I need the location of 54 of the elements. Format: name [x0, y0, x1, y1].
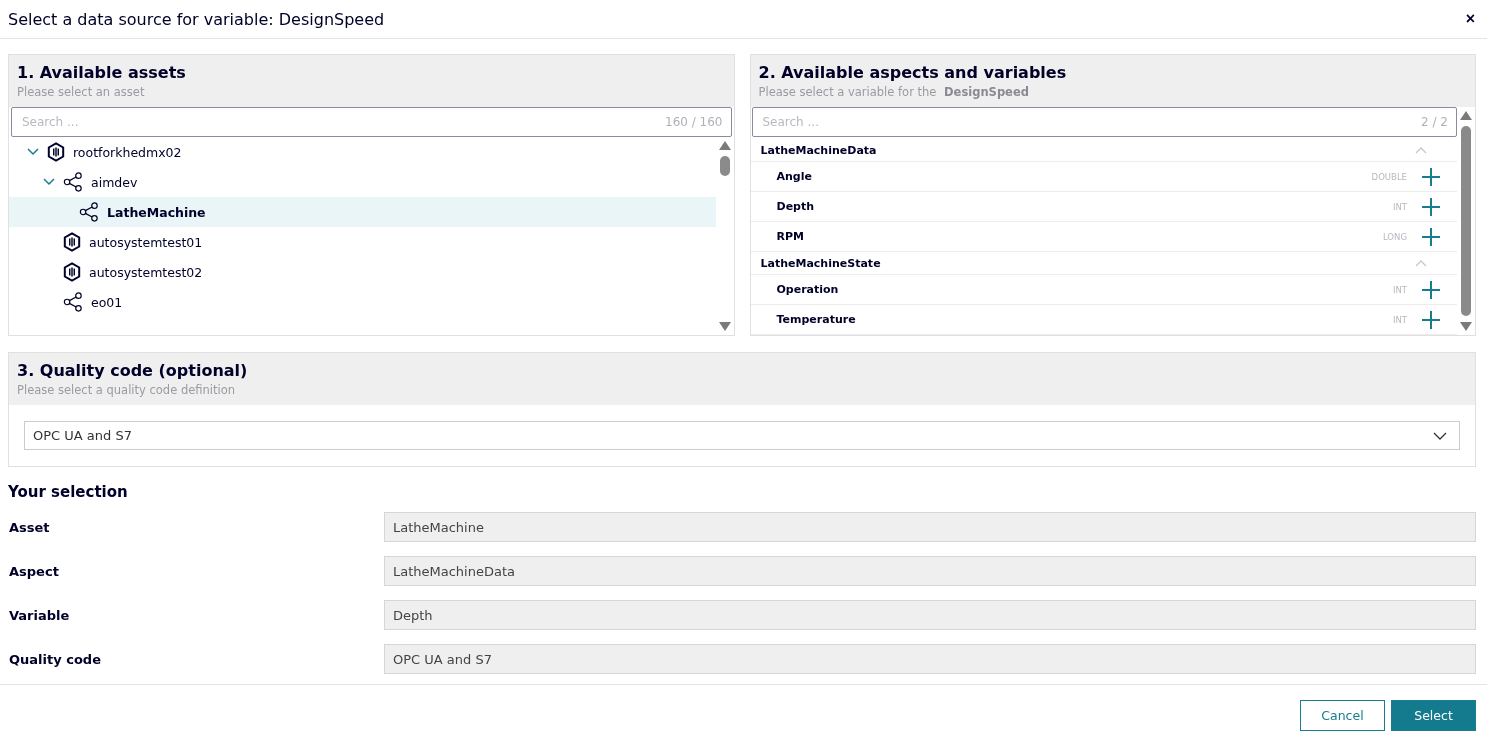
chevron-icon[interactable] [43, 178, 55, 186]
add-icon[interactable] [1421, 279, 1441, 300]
variable-name: Depth [776, 200, 816, 213]
dialog-title: Select a data source for variable: DesignSpeed [8, 9, 385, 29]
select-button[interactable]: Select [1391, 699, 1476, 731]
tree-item[interactable]: eo01 [9, 287, 716, 317]
add-icon[interactable] [1421, 309, 1441, 330]
add-icon[interactable] [1421, 196, 1441, 217]
variable-type: INT [1392, 284, 1407, 295]
chevron-icon [1433, 431, 1447, 440]
result-count: 2 / 2 [1421, 115, 1448, 129]
aspect-group-name: LatheMachineData [760, 143, 877, 157]
tree-item[interactable]: aimdev [9, 167, 716, 197]
variable-name: Temperature [776, 313, 857, 326]
hexagon-icon [63, 232, 81, 252]
share-icon [79, 202, 99, 222]
close-button[interactable]: × [1461, 10, 1479, 28]
field-label: Quality code [8, 651, 102, 667]
panel-subtitle: Please select a variable for the DesignSpeed [758, 85, 1030, 99]
add-icon[interactable] [1421, 226, 1441, 247]
result-count: 160 / 160 [665, 115, 723, 129]
tree-item[interactable]: autosystemtest02 [9, 257, 716, 287]
readonly-field: LatheMachine [384, 512, 1476, 542]
panel-subtitle: Please select an asset [17, 85, 146, 99]
panel-title: 3. Quality code (optional) [17, 361, 249, 380]
readonly-field: Depth [384, 600, 1476, 630]
tree-item[interactable]: LatheMachine [9, 197, 716, 227]
panel-subtitle: Please select a quality code definition [17, 383, 237, 397]
field-label: Aspect [8, 563, 60, 579]
share-icon [63, 172, 83, 192]
chevron-icon[interactable] [27, 148, 39, 156]
cancel-button[interactable]: Cancel [1300, 699, 1385, 731]
readonly-field: LatheMachineData [384, 556, 1476, 586]
variable-name: RPM [776, 230, 805, 243]
variable-type: INT [1392, 201, 1407, 212]
readonly-field: OPC UA and S7 [384, 644, 1476, 674]
variable-type: LONG [1382, 231, 1407, 242]
tree-item[interactable]: autosystemtest01 [9, 227, 716, 257]
share-icon [63, 292, 83, 312]
tree-item[interactable]: rootforkhedmx02 [9, 137, 716, 167]
variable-type: INT [1392, 314, 1407, 325]
panel-title: 1. Available assets [17, 63, 187, 82]
variable-type: DOUBLE [1371, 171, 1407, 182]
aspect-group-name: LatheMachineState [760, 256, 881, 270]
variable-name: Operation [776, 283, 840, 296]
variable-name: Angle [776, 170, 813, 183]
hexagon-icon [63, 262, 81, 282]
panel-title: 2. Available aspects and variables [758, 63, 1068, 82]
hexagon-icon [47, 142, 65, 162]
field-label: Variable [8, 607, 71, 623]
quality-code-dropdown[interactable]: OPC UA and S7 [24, 421, 1460, 450]
add-icon[interactable] [1421, 166, 1441, 187]
section-title: Your selection [8, 483, 129, 501]
field-label: Asset [8, 519, 51, 535]
